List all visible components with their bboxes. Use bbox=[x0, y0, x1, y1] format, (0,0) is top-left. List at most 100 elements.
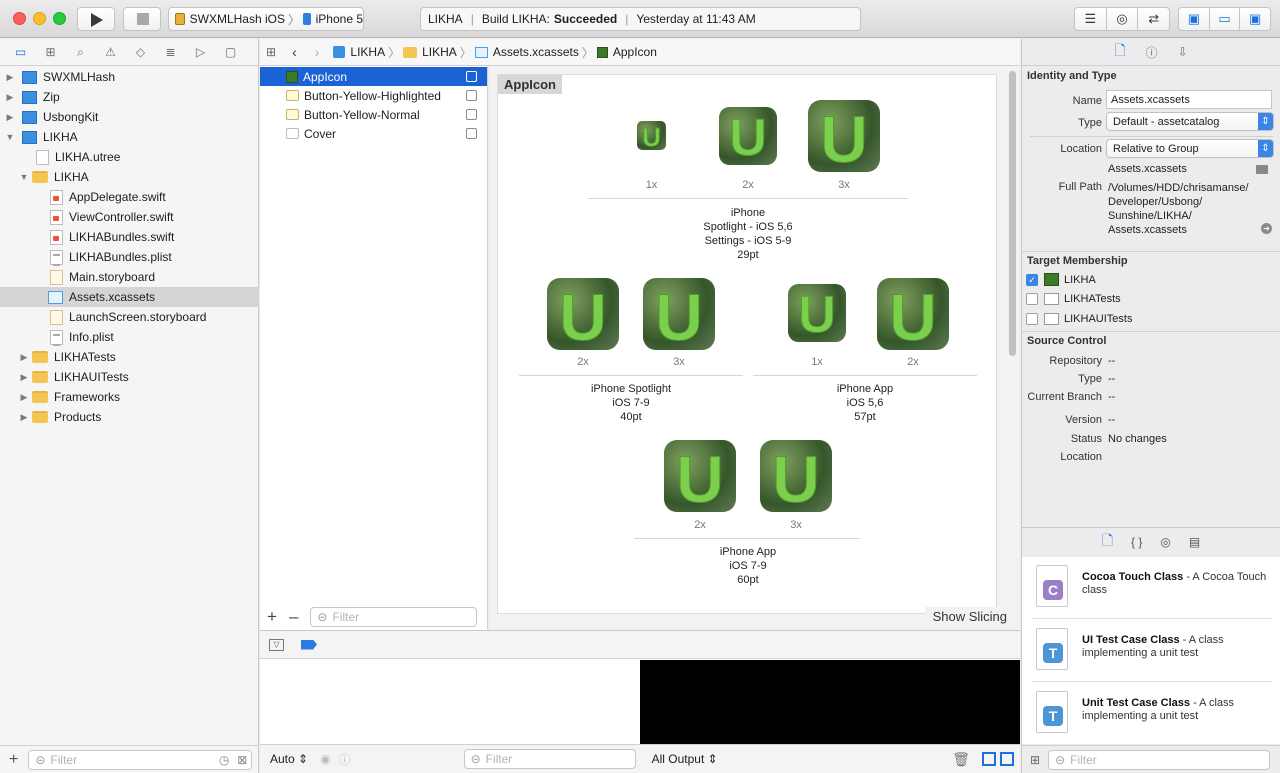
library-item-unit-test-case-class[interactable]: T Unit Test Case Class - A class impleme… bbox=[1032, 683, 1272, 745]
nav-item-launchscreen[interactable]: LaunchScreen.storyboard bbox=[0, 307, 259, 327]
asset-item-button-yellow-normal[interactable]: Button-Yellow-Normal bbox=[260, 105, 487, 124]
disclosure-icon[interactable]: ▶ bbox=[19, 352, 29, 363]
disclosure-icon[interactable]: ▶ bbox=[19, 392, 29, 403]
asset-item-button-yellow-highlighted[interactable]: Button-Yellow-Highlighted bbox=[260, 86, 487, 105]
nav-item-usbongkit[interactable]: ▶ UsbongKit bbox=[0, 107, 259, 127]
icon-slot-40pt-2x[interactable]: U bbox=[547, 278, 619, 350]
icon-slot-60pt-3x[interactable]: U bbox=[760, 440, 832, 512]
nav-item-main-storyboard[interactable]: Main.storyboard bbox=[0, 267, 259, 287]
target-likha[interactable]: ✓ LIKHA bbox=[1026, 273, 1096, 286]
library-item-ui-test-case-class[interactable]: T UI Test Case Class - A class implement… bbox=[1032, 620, 1272, 682]
nav-item-appdelegate[interactable]: AppDelegate.swift bbox=[0, 187, 259, 207]
debug-toggle-icon[interactable]: ▭ bbox=[1210, 8, 1241, 30]
nav-item-products[interactable]: ▶ Products bbox=[0, 407, 259, 427]
split-left-icon[interactable] bbox=[982, 752, 996, 766]
nav-item-likha-project[interactable]: ▼ LIKHA bbox=[0, 127, 259, 147]
media-library-icon[interactable]: ▤ bbox=[1189, 535, 1200, 549]
nav-item-likhauitests[interactable]: ▶ LIKHAUITests bbox=[0, 367, 259, 387]
asset-item-appicon[interactable]: AppIcon bbox=[260, 67, 487, 86]
object-library-icon[interactable]: ◎ bbox=[1160, 535, 1170, 549]
forward-icon[interactable]: › bbox=[315, 44, 320, 60]
quicklook-icon[interactable]: ◉ bbox=[320, 752, 330, 766]
split-right-icon[interactable] bbox=[1000, 752, 1014, 766]
version-editor-icon[interactable]: ⇄ bbox=[1138, 8, 1169, 30]
editor-mode-control[interactable]: ☰ ◎ ⇄ bbox=[1074, 7, 1170, 31]
icon-slot-60pt-2x[interactable]: U bbox=[664, 440, 736, 512]
disclosure-open-icon[interactable]: ▼ bbox=[5, 132, 15, 142]
nav-item-likhabundles-swift[interactable]: LIKHABundles.swift bbox=[0, 227, 259, 247]
navigator-filter-field[interactable]: ⊝ Filter ◷ ⊠ bbox=[28, 749, 253, 770]
trash-icon[interactable]: 🗑 bbox=[952, 751, 970, 768]
variables-scope-popup[interactable]: Auto ⇕ bbox=[270, 752, 308, 766]
test-icon[interactable]: ◇ bbox=[132, 45, 149, 59]
file-inspector-icon[interactable]: 🗋 bbox=[1114, 40, 1125, 64]
asset-checkbox[interactable] bbox=[466, 128, 477, 139]
recent-files-icon[interactable]: ◷ bbox=[219, 753, 229, 767]
show-slicing-button[interactable]: Show Slicing bbox=[924, 607, 1007, 626]
location-popup[interactable]: Relative to Group bbox=[1106, 139, 1274, 158]
hierarchy-icon[interactable]: ⊞ bbox=[42, 45, 59, 59]
remove-icon[interactable]: – bbox=[289, 607, 298, 627]
checkbox[interactable] bbox=[1026, 313, 1038, 325]
canvas-scrollbar[interactable] bbox=[1009, 71, 1016, 356]
close-window-button[interactable] bbox=[13, 12, 26, 25]
info-icon[interactable]: ⓘ bbox=[339, 751, 351, 768]
target-likhatests[interactable]: LIKHATests bbox=[1026, 293, 1121, 305]
crumb-assets[interactable]: Assets.xcassets bbox=[493, 45, 579, 59]
report-icon[interactable]: ▢ bbox=[222, 45, 239, 59]
icon-slot-29pt-2x[interactable]: U bbox=[719, 107, 777, 165]
breakpoints-toggle-icon[interactable] bbox=[301, 639, 317, 650]
nav-item-info-plist[interactable]: Info.plist bbox=[0, 327, 259, 347]
debug-icon[interactable]: ≣ bbox=[162, 45, 179, 59]
disclosure-icon[interactable]: ▶ bbox=[5, 112, 15, 123]
reveal-arrow-icon[interactable]: ➜ bbox=[1261, 223, 1272, 234]
library-item-cocoa-touch-class[interactable]: C Cocoa Touch Class - A Cocoa Touch clas… bbox=[1032, 557, 1272, 619]
breakpoint-icon[interactable]: ▷ bbox=[192, 45, 209, 59]
nav-item-swxmlhash[interactable]: ▶ SWXMLHash bbox=[0, 67, 259, 87]
checkbox[interactable] bbox=[1026, 293, 1038, 305]
view-toggle-control[interactable]: ▣ ▭ ▣ bbox=[1178, 7, 1271, 31]
file-type-popup[interactable]: Default - assetcatalog bbox=[1106, 112, 1274, 131]
navigator-toggle-icon[interactable]: ▣ bbox=[1179, 8, 1210, 30]
disclosure-icon[interactable]: ▶ bbox=[19, 372, 29, 383]
add-icon[interactable]: + bbox=[267, 607, 277, 627]
nav-item-likha-utree[interactable]: LIKHA.utree bbox=[0, 147, 259, 167]
name-field[interactable]: Assets.xcassets bbox=[1106, 90, 1272, 109]
asset-filter-field[interactable]: ⊝ Filter bbox=[310, 606, 478, 627]
folder-icon[interactable] bbox=[1256, 165, 1268, 174]
related-items-icon[interactable]: ⊞ bbox=[266, 45, 276, 59]
nav-item-likhatests[interactable]: ▶ LIKHATests bbox=[0, 347, 259, 367]
crumb-appicon[interactable]: AppIcon bbox=[613, 45, 657, 59]
variables-filter-field[interactable]: ⊝ Filter bbox=[463, 749, 636, 769]
grid-view-icon[interactable]: ⊞ bbox=[1030, 753, 1040, 767]
code-snippet-icon[interactable]: { } bbox=[1131, 535, 1142, 549]
disclosure-icon[interactable]: ▶ bbox=[5, 72, 15, 83]
nav-item-zip[interactable]: ▶ Zip bbox=[0, 87, 259, 107]
nav-item-viewcontroller[interactable]: ViewController.swift bbox=[0, 207, 259, 227]
file-template-icon[interactable]: 🗋 bbox=[1102, 530, 1113, 554]
disclosure-icon[interactable]: ▶ bbox=[5, 92, 15, 103]
minimize-window-button[interactable] bbox=[33, 12, 46, 25]
utilities-toggle-icon[interactable]: ▣ bbox=[1240, 8, 1270, 30]
add-icon[interactable]: + bbox=[9, 751, 18, 769]
folder-icon[interactable]: ▭ bbox=[12, 45, 29, 59]
back-icon[interactable]: ‹ bbox=[292, 44, 297, 60]
console-output[interactable] bbox=[640, 660, 1020, 744]
checkbox-checked[interactable]: ✓ bbox=[1026, 273, 1038, 286]
nav-item-assets[interactable]: Assets.xcassets bbox=[0, 287, 259, 307]
disclosure-icon[interactable]: ▶ bbox=[19, 412, 29, 423]
icon-slot-29pt-3x[interactable]: U bbox=[808, 100, 880, 172]
nav-item-frameworks[interactable]: ▶ Frameworks bbox=[0, 387, 259, 407]
assistant-editor-icon[interactable]: ◎ bbox=[1107, 8, 1139, 30]
disclosure-open-icon[interactable]: ▼ bbox=[19, 172, 29, 182]
nav-item-likhabundles-plist[interactable]: LIKHABundles.plist bbox=[0, 247, 259, 267]
icon-slot-40pt-3x[interactable]: U bbox=[643, 278, 715, 350]
scm-filter-icon[interactable]: ⊠ bbox=[237, 753, 247, 767]
stop-button[interactable] bbox=[123, 7, 161, 31]
quick-help-icon[interactable]: ⓘ bbox=[1146, 44, 1158, 61]
search-icon[interactable]: ⌕ bbox=[72, 45, 89, 60]
zoom-window-button[interactable] bbox=[53, 12, 66, 25]
icon-slot-57pt-1x[interactable]: U bbox=[788, 284, 846, 342]
icon-slot-29pt-1x[interactable]: U bbox=[637, 121, 666, 150]
icon-slot-57pt-2x[interactable]: U bbox=[877, 278, 949, 350]
